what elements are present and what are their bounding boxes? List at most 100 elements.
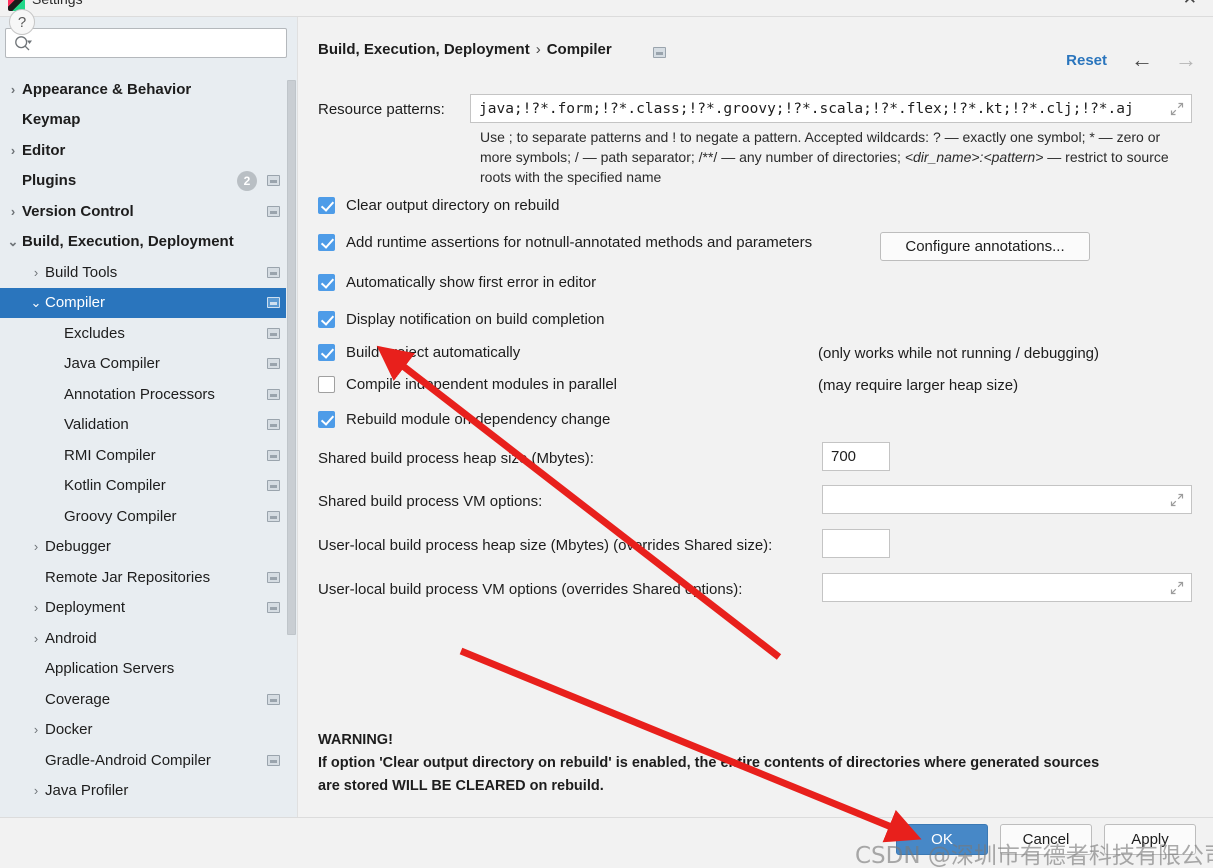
expand-icon[interactable] <box>1169 101 1185 117</box>
close-icon[interactable]: ✕ <box>1183 0 1197 7</box>
chevron-right-icon[interactable]: › <box>29 540 43 553</box>
checkbox-row-rebuild-module-on-dependency-change[interactable]: Rebuild module on dependency change <box>318 411 610 428</box>
breadcrumb: Build, Execution, Deployment › Compiler <box>318 41 612 58</box>
sidebar-item-label: Appearance & Behavior <box>22 80 192 98</box>
project-settings-icon <box>267 571 280 583</box>
checkbox-label: Automatically show first error in editor <box>346 274 597 291</box>
chevron-right-icon[interactable]: › <box>29 266 43 279</box>
sidebar-item-android[interactable]: › Android <box>0 623 297 654</box>
warning-line-1: If option 'Clear output directory on reb… <box>318 755 1100 771</box>
sidebar-item-label: Debugger <box>45 538 111 556</box>
sidebar-item-debugger[interactable]: › Debugger <box>0 532 297 563</box>
checkbox-label: Clear output directory on rebuild <box>346 197 560 214</box>
field-input[interactable] <box>822 529 890 558</box>
field-input[interactable] <box>822 573 1192 602</box>
checkbox-note: (may require larger heap size) <box>818 377 1019 394</box>
checkbox-icon[interactable] <box>318 311 335 328</box>
breadcrumb-root[interactable]: Build, Execution, Deployment <box>318 41 530 58</box>
sidebar-item-label: Remote Jar Repositories <box>45 568 211 586</box>
sidebar-item-label: Excludes <box>64 324 125 342</box>
sidebar-scrollbar-thumb[interactable] <box>287 80 296 635</box>
project-settings-icon <box>267 754 280 766</box>
checkbox-icon[interactable] <box>318 197 335 214</box>
sidebar-item-java-profiler[interactable]: › Java Profiler <box>0 776 297 807</box>
field-input[interactable] <box>822 485 1192 514</box>
sidebar-item-version-control[interactable]: › Version Control <box>0 196 297 227</box>
sidebar-item-label: Build, Execution, Deployment <box>22 233 234 251</box>
sidebar-item-remote-jar-repositories[interactable]: Remote Jar Repositories <box>0 562 297 593</box>
sidebar-item-label: Java Profiler <box>45 782 129 800</box>
plugins-update-badge: 2 <box>237 170 257 191</box>
chevron-down-icon[interactable]: ⌄ <box>29 296 43 309</box>
checkbox-icon[interactable] <box>316 342 339 365</box>
sidebar-item-label: Deployment <box>45 599 126 617</box>
checkbox-icon[interactable] <box>318 274 335 291</box>
chevron-right-icon[interactable]: › <box>29 632 43 645</box>
sidebar-item-kotlin-compiler[interactable]: Kotlin Compiler <box>0 471 297 502</box>
checkbox-row-display-notification-on-build-completion[interactable]: Display notification on build completion <box>318 311 604 328</box>
field-value: 700 <box>831 448 857 465</box>
chevron-right-icon[interactable]: › <box>29 784 43 797</box>
reset-link[interactable]: Reset <box>1066 52 1107 69</box>
sidebar-item-docker[interactable]: › Docker <box>0 715 297 746</box>
sidebar-item-plugins[interactable]: Plugins 2 <box>0 166 297 197</box>
checkbox-row-automatically-show-first-error-in-editor[interactable]: Automatically show first error in editor <box>318 274 596 291</box>
configure-annotations-button[interactable]: Configure annotations... <box>880 232 1090 261</box>
field-input[interactable]: 700 <box>822 442 890 471</box>
sidebar-item-groovy-compiler[interactable]: Groovy Compiler <box>0 501 297 532</box>
chevron-down-icon[interactable]: ⌄ <box>6 235 20 248</box>
sidebar-item-appearance-behavior[interactable]: › Appearance & Behavior <box>0 74 297 105</box>
chevron-right-icon[interactable]: › <box>6 83 20 96</box>
sidebar-item-label: Plugins <box>22 172 77 190</box>
checkbox-icon[interactable] <box>318 376 335 393</box>
csdn-watermark: CSDN @深圳市有德者科技有限公司-欧瑞 <box>855 843 1213 868</box>
sidebar-item-label: Kotlin Compiler <box>64 477 166 495</box>
sidebar-item-validation[interactable]: Validation <box>0 410 297 441</box>
help-button[interactable]: ? <box>9 9 35 35</box>
project-settings-icon <box>267 510 280 522</box>
sidebar-item-gradle-android-compiler[interactable]: Gradle-Android Compiler <box>0 745 297 776</box>
sidebar-item-coverage[interactable]: Coverage <box>0 684 297 715</box>
project-settings-icon <box>267 388 280 400</box>
sidebar-item-excludes[interactable]: Excludes <box>0 318 297 349</box>
expand-icon[interactable] <box>1169 492 1185 508</box>
sidebar-item-label: Build Tools <box>45 263 118 281</box>
field-label: User-local build process heap size (Mbyt… <box>318 537 773 554</box>
settings-tree: › Appearance & Behavior Keymap › Editor Plugi… <box>0 74 297 817</box>
project-settings-icon <box>267 358 280 370</box>
checkbox-icon[interactable] <box>318 234 335 251</box>
sidebar-item-keymap[interactable]: Keymap <box>0 105 297 136</box>
checkbox-label: Add runtime assertions for notnull-annot… <box>346 234 813 251</box>
checkbox-row-clear-output-directory-on-rebuild[interactable]: Clear output directory on rebuild <box>318 197 559 214</box>
search-box[interactable] <box>5 28 287 58</box>
sidebar-item-editor[interactable]: › Editor <box>0 135 297 166</box>
chevron-right-icon[interactable]: › <box>6 205 20 218</box>
project-settings-icon <box>267 449 280 461</box>
sidebar-item-rmi-compiler[interactable]: RMI Compiler <box>0 440 297 471</box>
warning-title: WARNING! <box>318 732 393 748</box>
sidebar-item-annotation-processors[interactable]: Annotation Processors <box>0 379 297 410</box>
sidebar-item-build-execution-deployment[interactable]: ⌄ Build, Execution, Deployment <box>0 227 297 258</box>
checkbox-icon[interactable] <box>318 411 335 428</box>
sidebar-item-label: Coverage <box>45 690 111 708</box>
back-arrow-icon[interactable]: ← <box>1131 49 1153 71</box>
sidebar-item-compiler[interactable]: ⌄ Compiler <box>0 287 297 318</box>
checkbox-row-compile-independent-modules-in-parallel[interactable]: Compile independent modules in parallel <box>318 376 617 393</box>
sidebar-item-application-servers[interactable]: Application Servers <box>0 654 297 685</box>
sidebar-item-label: Annotation Processors <box>64 385 215 403</box>
chevron-right-icon[interactable]: › <box>29 723 43 736</box>
expand-icon[interactable] <box>1169 580 1185 596</box>
resource-patterns-hint: Use ; to separate patterns and ! to nega… <box>480 127 1195 187</box>
chevron-right-icon[interactable]: › <box>29 601 43 614</box>
search-input[interactable] <box>38 29 282 57</box>
resource-patterns-field[interactable]: java;!?*.form;!?*.class;!?*.groovy;!?*.s… <box>470 94 1192 123</box>
sidebar-item-deployment[interactable]: › Deployment <box>0 593 297 624</box>
checkbox-row-add-runtime-assertions-for-notnull-annotated-methods-and-parameters[interactable]: Add runtime assertions for notnull-annot… <box>318 234 812 251</box>
checkbox-row-build-project-automatically[interactable]: Build project automatically <box>316 342 520 365</box>
sidebar-item-java-compiler[interactable]: Java Compiler <box>0 349 297 380</box>
sidebar-item-build-tools[interactable]: › Build Tools <box>0 257 297 288</box>
chevron-right-icon[interactable]: › <box>6 144 20 157</box>
hint-line-2b: <dir_name>:<pattern> <box>904 149 1044 165</box>
project-settings-icon <box>267 266 280 278</box>
sidebar-item-label: RMI Compiler <box>64 446 156 464</box>
